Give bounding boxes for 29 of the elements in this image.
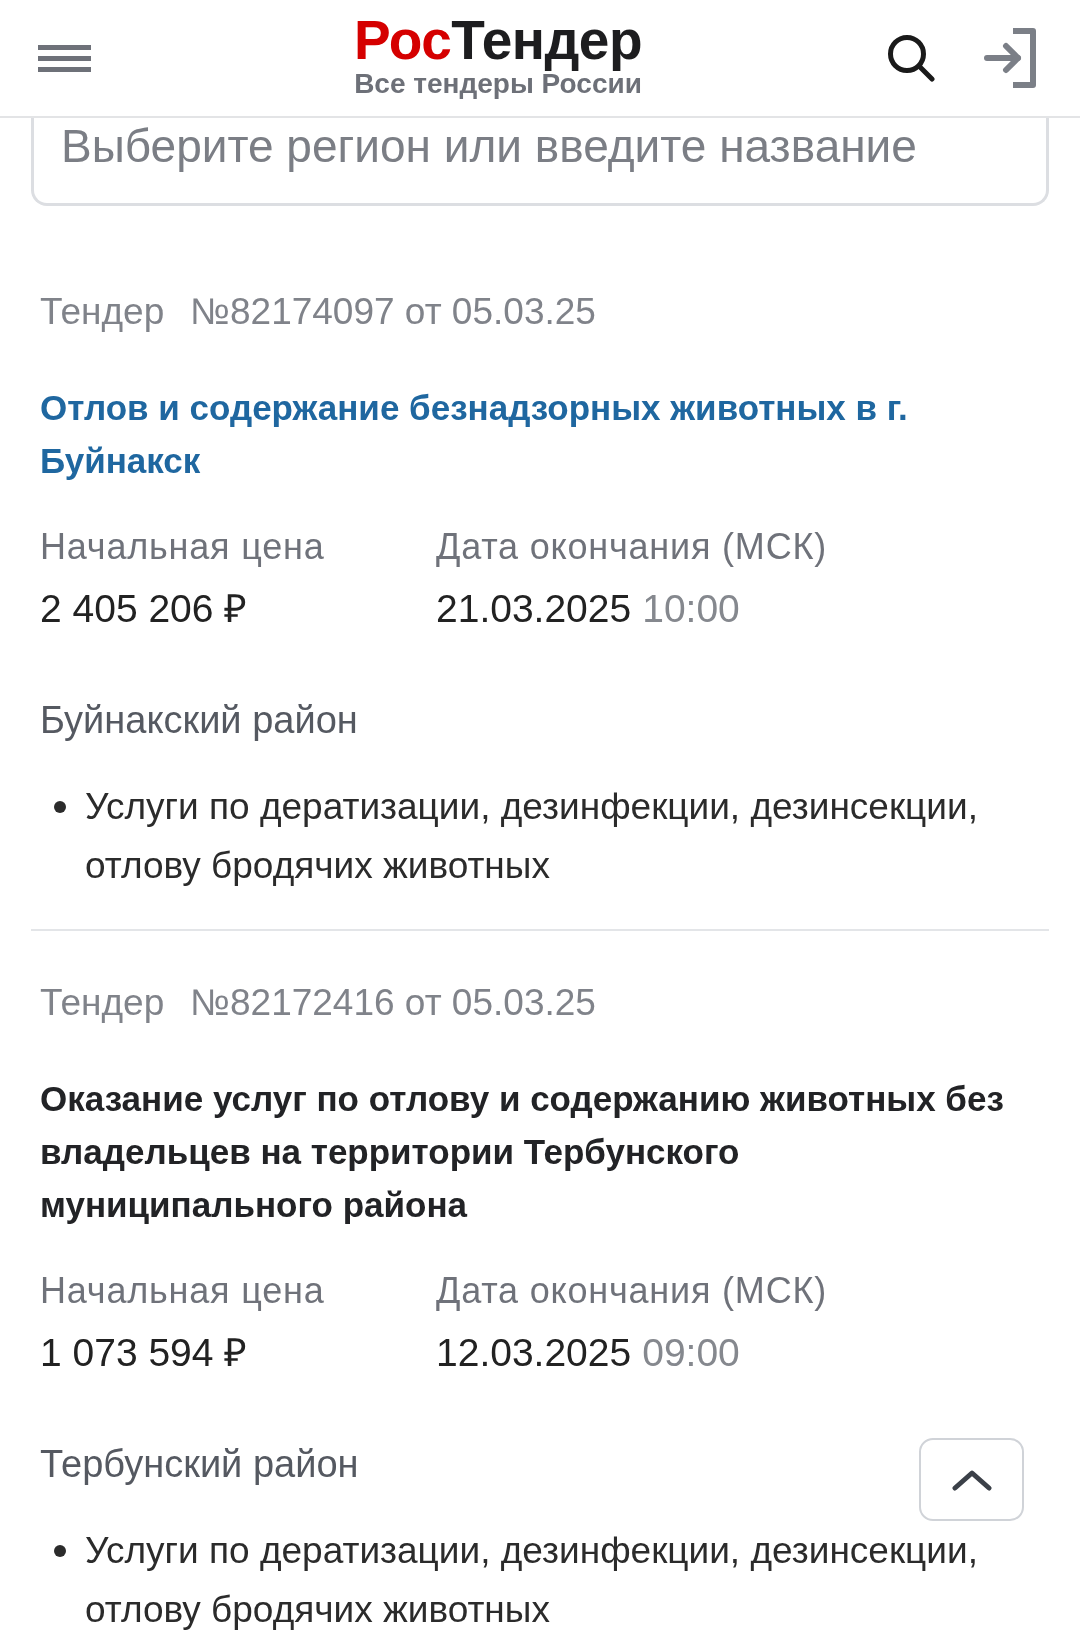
menu-icon[interactable] <box>38 44 91 72</box>
price-value: 2 405 206 ₽ <box>40 586 248 632</box>
site-logo[interactable]: РосТендер <box>354 11 643 69</box>
tender-title-link[interactable]: Оказание услуг по отлову и содержанию животных без владельцев на территории Тербунского муниципального района <box>40 1072 1040 1231</box>
category-text: Услуги по дератизации, дезинфекции, дезинсекции, отлову бродячих животных <box>85 1529 979 1632</box>
deadline-date: 21.03.2025 <box>436 586 632 632</box>
tender-number: №82172416 от 05.03.25 <box>190 981 596 1025</box>
deadline-time: 09:00 <box>642 1330 740 1376</box>
tender-type-label: Тендер <box>40 981 165 1025</box>
deadline-date: 12.03.2025 <box>436 1330 632 1376</box>
bullet-icon <box>54 1544 66 1557</box>
bullet-icon <box>54 800 66 813</box>
search-field[interactable]: Выберите регион или введите название <box>31 118 1049 206</box>
deadline-label: Дата окончания (МСК) <box>436 525 827 569</box>
tender-title-link[interactable]: Отлов и содержание безнадзорных животных в г. Буйнакск <box>40 381 1040 487</box>
price-label: Начальная цена <box>40 525 325 569</box>
chevron-up-icon <box>951 1468 992 1491</box>
scroll-top-button[interactable] <box>919 1438 1024 1521</box>
category-text: Услуги по дератизации, дезинфекции, дезинсекции, отлову бродячих животных <box>85 785 979 888</box>
price-label: Начальная цена <box>40 1269 325 1313</box>
price-value: 1 073 594 ₽ <box>40 1330 248 1376</box>
login-icon[interactable] <box>984 28 1038 88</box>
region-name: Буйнакский район <box>40 698 358 743</box>
tender-number: №82174097 от 05.03.25 <box>190 290 596 334</box>
deadline-label: Дата окончания (МСК) <box>436 1269 827 1313</box>
deadline-time: 10:00 <box>642 586 740 632</box>
search-icon[interactable] <box>887 34 935 82</box>
tender-type-label: Тендер <box>40 290 165 334</box>
region-name: Тербунский район <box>40 1442 359 1487</box>
